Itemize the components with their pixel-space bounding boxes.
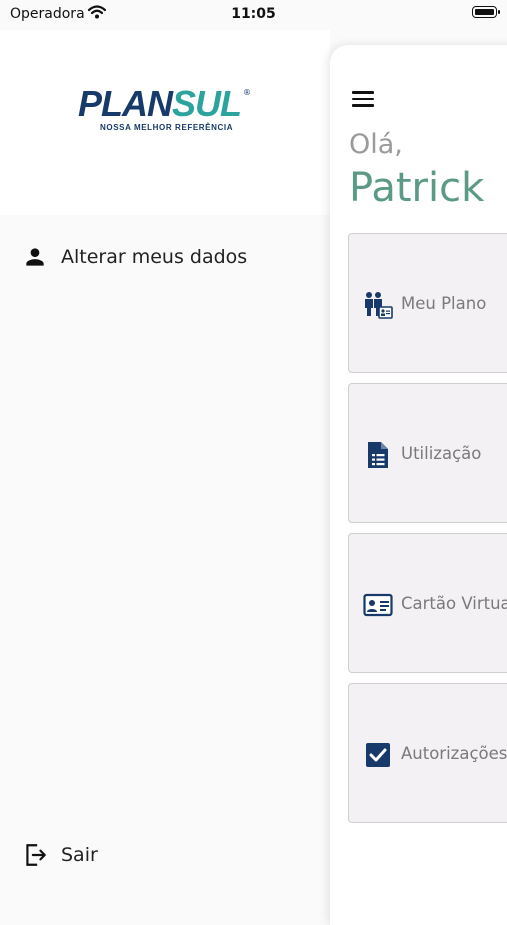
status-bar: Operadora 11:05 xyxy=(0,0,507,30)
drawer-item-logout[interactable]: Sair xyxy=(22,842,98,868)
family-plan-icon xyxy=(365,292,393,319)
drawer-item-label: Sair xyxy=(61,844,98,866)
plansul-logo: PLANSUL ® NOSSA MELHOR REFERÊNCIA xyxy=(78,86,253,136)
card-autorizacoes[interactable]: Autorizações xyxy=(348,683,507,823)
card-label: Meu Plano xyxy=(401,294,487,313)
logo-part1: PLAN xyxy=(78,83,173,124)
hamburger-menu-icon[interactable] xyxy=(352,91,374,109)
drawer-header: PLANSUL ® NOSSA MELHOR REFERÊNCIA xyxy=(0,30,330,215)
user-name: Patrick xyxy=(349,165,485,211)
card-label: Cartão Virtual xyxy=(401,594,507,613)
drawer-item-label: Alterar meus dados xyxy=(61,246,248,268)
checkbox-icon xyxy=(366,743,390,767)
id-card-icon xyxy=(363,593,393,617)
card-meu-plano[interactable]: Meu Plano xyxy=(348,233,507,373)
logo-wordmark: PLANSUL xyxy=(78,83,242,124)
person-icon xyxy=(26,248,44,266)
status-time: 11:05 xyxy=(231,6,276,22)
card-utilizacao[interactable]: Utilização xyxy=(348,383,507,523)
registered-mark: ® xyxy=(243,88,251,97)
logout-icon xyxy=(26,844,46,866)
logo-tagline: NOSSA MELHOR REFERÊNCIA xyxy=(100,123,234,132)
document-list-icon xyxy=(368,442,388,468)
battery-icon xyxy=(472,6,500,18)
drawer-item-edit-profile[interactable]: Alterar meus dados xyxy=(22,244,247,270)
card-label: Autorizações xyxy=(401,744,507,763)
main-panel[interactable]: Olá, Patrick Meu Plano Utilização Cartão… xyxy=(330,45,507,925)
navigation-drawer: PLANSUL ® NOSSA MELHOR REFERÊNCIA Altera… xyxy=(0,30,330,900)
greeting-text: Olá, xyxy=(349,129,403,160)
logo-part2: SUL xyxy=(172,83,242,124)
card-label: Utilização xyxy=(401,444,482,463)
card-cartao-virtual[interactable]: Cartão Virtual xyxy=(348,533,507,673)
